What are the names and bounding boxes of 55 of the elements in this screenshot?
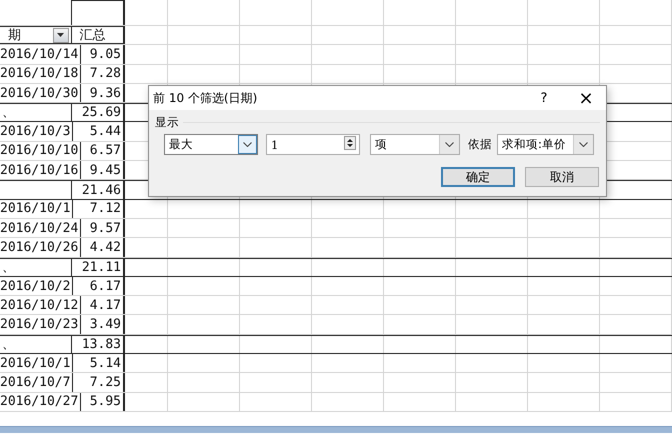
date-cell-text: 2016/10/16 (0, 164, 80, 177)
date-cell-text: 2016/10/10 (0, 144, 80, 158)
number-spinner[interactable]: 1 (266, 134, 360, 155)
subtotal-cell-text: 25.69 (82, 106, 122, 120)
date-cell-text: 2016/10/7 (0, 376, 72, 389)
chevron-icon (238, 135, 257, 154)
date-cell-text: 2016/10/2 (0, 280, 72, 292)
group-label: 显示 (155, 115, 179, 130)
chevron-icon (573, 135, 593, 154)
close-button[interactable]: × (571, 88, 601, 108)
total-cell-text: 3.49 (90, 318, 122, 332)
dropdown[interactable]: 求和项:单价 (497, 134, 594, 155)
date-cell-text: 2016/10/26 (0, 240, 80, 254)
total-cell-text: 9.36 (90, 86, 122, 100)
date-cell-text: 2016/10/30 (0, 86, 80, 100)
ok-button[interactable]: 确定 (441, 167, 515, 187)
total-cell-text: 9.57 (90, 222, 122, 235)
column-header: 期 (7, 28, 22, 42)
subtotal-cell-text: 21.46 (82, 184, 122, 197)
total-cell-text: 7.28 (90, 67, 122, 80)
total-cell-text: 5.44 (90, 125, 122, 138)
subtotal-label: 、 (1, 260, 16, 274)
column-header: 汇总 (78, 28, 107, 42)
date-cell-text: 2016/10/3 (0, 125, 72, 138)
total-cell-text: 7.12 (90, 202, 122, 216)
date-cell-text: 2016/10/18 (0, 67, 80, 80)
subtotal-cell-text: 13.83 (82, 338, 122, 351)
dropdown[interactable]: 最大 (164, 134, 258, 155)
date-cell-text: 2016/10/1 (0, 356, 72, 370)
dialog-title: 前 10 个筛选(日期) (153, 90, 258, 106)
total-cell-text: 9.05 (90, 48, 122, 61)
date-cell-text: 2016/10/27 (0, 395, 80, 408)
spin-arrows-icon[interactable] (344, 136, 356, 153)
chevron-icon (439, 135, 459, 154)
subtotal-cell-text: 21.11 (82, 260, 122, 274)
cancel-button[interactable]: 取消 (525, 167, 599, 187)
dropdown[interactable]: 项 (370, 134, 460, 155)
date-cell-text: 2016/10/1 (0, 202, 72, 216)
total-cell-text: 4.17 (90, 298, 122, 312)
date-cell-text: 2016/10/24 (0, 222, 80, 235)
subtotal-label: 、 (1, 106, 16, 120)
date-cell-text: 2016/10/14 (0, 48, 80, 61)
total-cell-text: 9.45 (90, 164, 122, 177)
total-cell-text: 5.14 (90, 356, 122, 370)
basis-label: 依据 (468, 137, 492, 152)
subtotal-label: 、 (1, 338, 16, 351)
date-cell-text: 2016/10/12 (0, 298, 80, 312)
help-button[interactable]: ? (529, 90, 559, 106)
filter-dropdown-icon[interactable] (52, 28, 69, 43)
total-cell-text: 4.42 (90, 240, 122, 254)
date-cell-text: 2016/10/23 (0, 318, 80, 332)
total-cell-text: 6.57 (90, 144, 122, 158)
total-cell-text: 7.25 (90, 376, 122, 389)
total-cell-text: 6.17 (90, 280, 122, 292)
total-cell-text: 5.95 (90, 395, 122, 408)
